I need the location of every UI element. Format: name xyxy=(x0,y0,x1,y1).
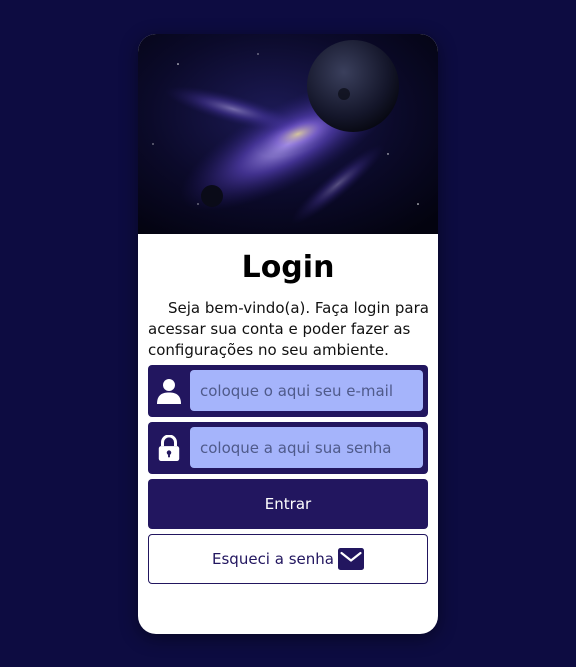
page-title: Login xyxy=(241,250,335,285)
lock-icon xyxy=(158,435,180,461)
password-input[interactable] xyxy=(190,427,423,468)
email-field-group xyxy=(148,365,428,417)
email-input[interactable] xyxy=(190,370,423,411)
login-card: Login Seja bem-vindo(a). Faça login para… xyxy=(138,34,438,634)
submit-button[interactable]: Entrar xyxy=(148,479,428,529)
welcome-text: Seja bem-vindo(a). Faça login para acess… xyxy=(148,299,429,359)
user-icon xyxy=(157,379,181,404)
forgot-password-label: Esqueci a senha xyxy=(212,550,334,568)
password-field-group xyxy=(148,422,428,474)
envelope-icon xyxy=(337,548,364,570)
page: Login Seja bem-vindo(a). Faça login para… xyxy=(0,0,576,667)
forgot-password-button[interactable]: Esqueci a senha xyxy=(148,534,428,584)
space-hero-image xyxy=(138,34,438,234)
